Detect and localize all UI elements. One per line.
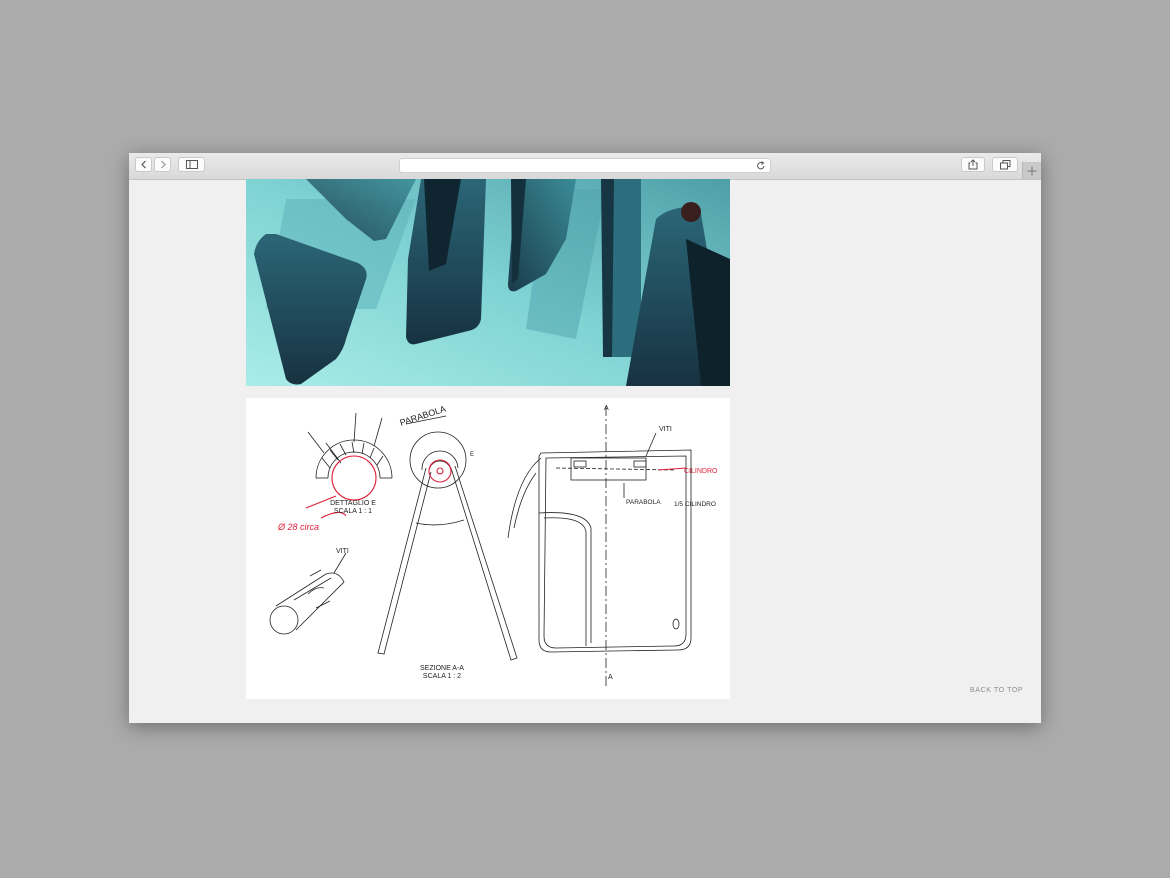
label-section-mark-bottom: A	[608, 674, 613, 681]
label-section-mark-top: A	[604, 405, 609, 412]
back-to-top-link[interactable]: BACK TO TOP	[970, 687, 1023, 694]
teal-panels-photo	[246, 179, 730, 386]
label-parabola-right: PARABOLA	[626, 499, 661, 506]
back-button[interactable]	[135, 157, 152, 172]
label-section-scale: SCALA 1 : 2	[423, 673, 461, 680]
sidebar-icon	[185, 160, 198, 169]
browser-toolbar	[129, 153, 1041, 180]
forward-button[interactable]	[154, 157, 171, 172]
label-fraction-cylinder: 1/5 CILINDRO	[674, 501, 716, 508]
share-button[interactable]	[961, 157, 985, 172]
technical-drawing: PARABOLA DETTAGLIO E SCALA 1 : 1 SEZIONE…	[246, 398, 730, 699]
label-screws-left: VITI	[336, 548, 349, 555]
sidebar-button[interactable]	[178, 157, 205, 172]
new-tab-button[interactable]	[1022, 162, 1041, 179]
tabs-overview-button[interactable]	[992, 157, 1018, 172]
chevron-right-icon	[160, 160, 166, 169]
label-detail-scale: SCALA 1 : 1	[334, 508, 372, 515]
address-bar[interactable]	[399, 158, 771, 173]
chevron-left-icon	[140, 160, 146, 169]
label-detail-title: DETTAGLIO E	[330, 500, 376, 507]
browser-window: PARABOLA DETTAGLIO E SCALA 1 : 1 SEZIONE…	[129, 153, 1041, 723]
tabs-overview-icon	[999, 159, 1010, 169]
label-screws-right: VITI	[659, 426, 672, 433]
page-content: PARABOLA DETTAGLIO E SCALA 1 : 1 SEZIONE…	[129, 179, 1041, 723]
label-cylinder: CILINDRO	[684, 468, 718, 475]
label-detail-mark: E	[470, 452, 474, 458]
label-diameter: Ø 28 circa	[277, 522, 319, 532]
share-icon	[968, 159, 978, 170]
label-section-title: SEZIONE A-A	[420, 665, 464, 672]
reload-icon[interactable]	[756, 160, 766, 171]
plus-icon	[1027, 166, 1037, 175]
